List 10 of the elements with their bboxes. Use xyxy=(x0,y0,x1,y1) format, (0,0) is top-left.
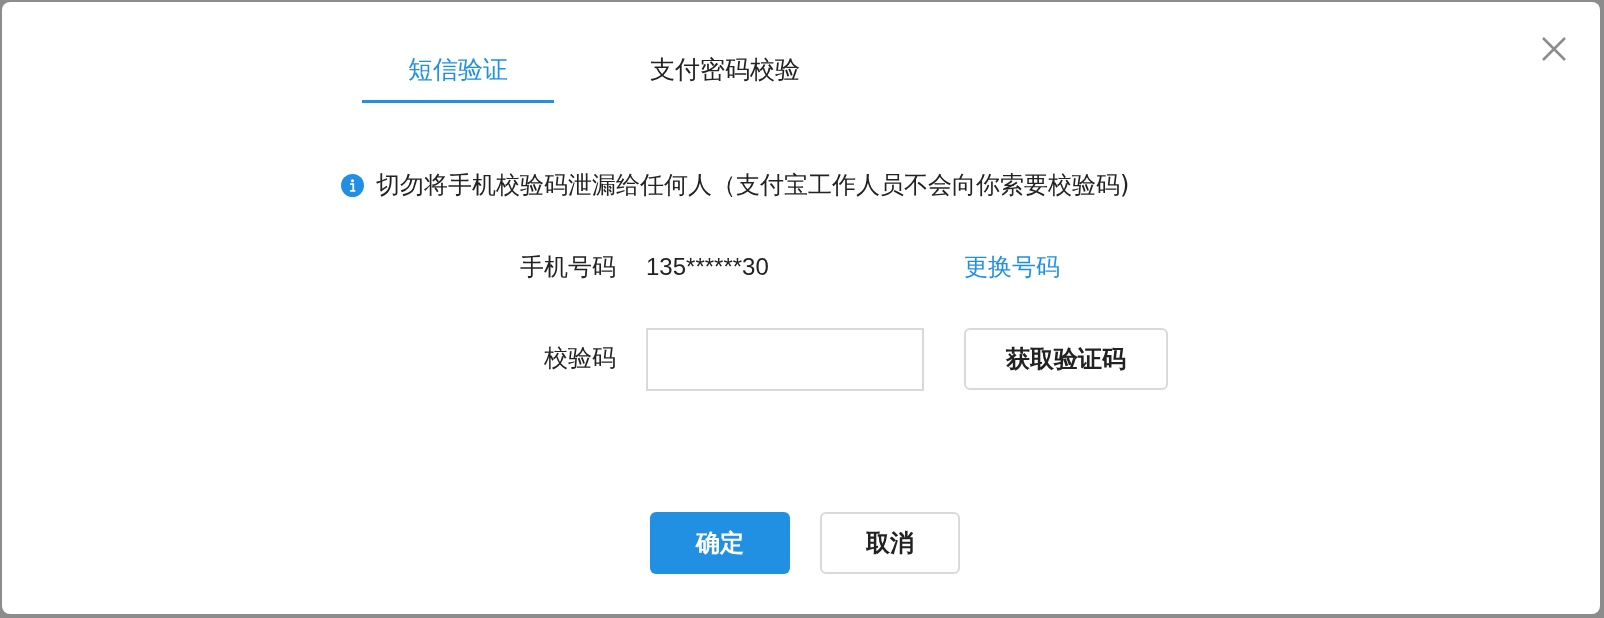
warning-text: 切勿将手机校验码泄漏给任何人（支付宝工作人员不会向你索要校验码) xyxy=(376,170,1130,201)
phone-number: 135******30 xyxy=(646,252,769,282)
input-field[interactable] xyxy=(646,328,924,391)
cancel-button[interactable]: 取消 xyxy=(820,512,960,574)
tab[interactable]: 支付密码校验 xyxy=(629,2,821,103)
field-label: 手机号码 xyxy=(520,252,616,283)
info-icon xyxy=(341,173,364,197)
field-label: 校验码 xyxy=(544,343,616,374)
get-code-button[interactable]: 获取验证码 xyxy=(964,328,1168,390)
close-icon[interactable] xyxy=(1542,37,1566,61)
